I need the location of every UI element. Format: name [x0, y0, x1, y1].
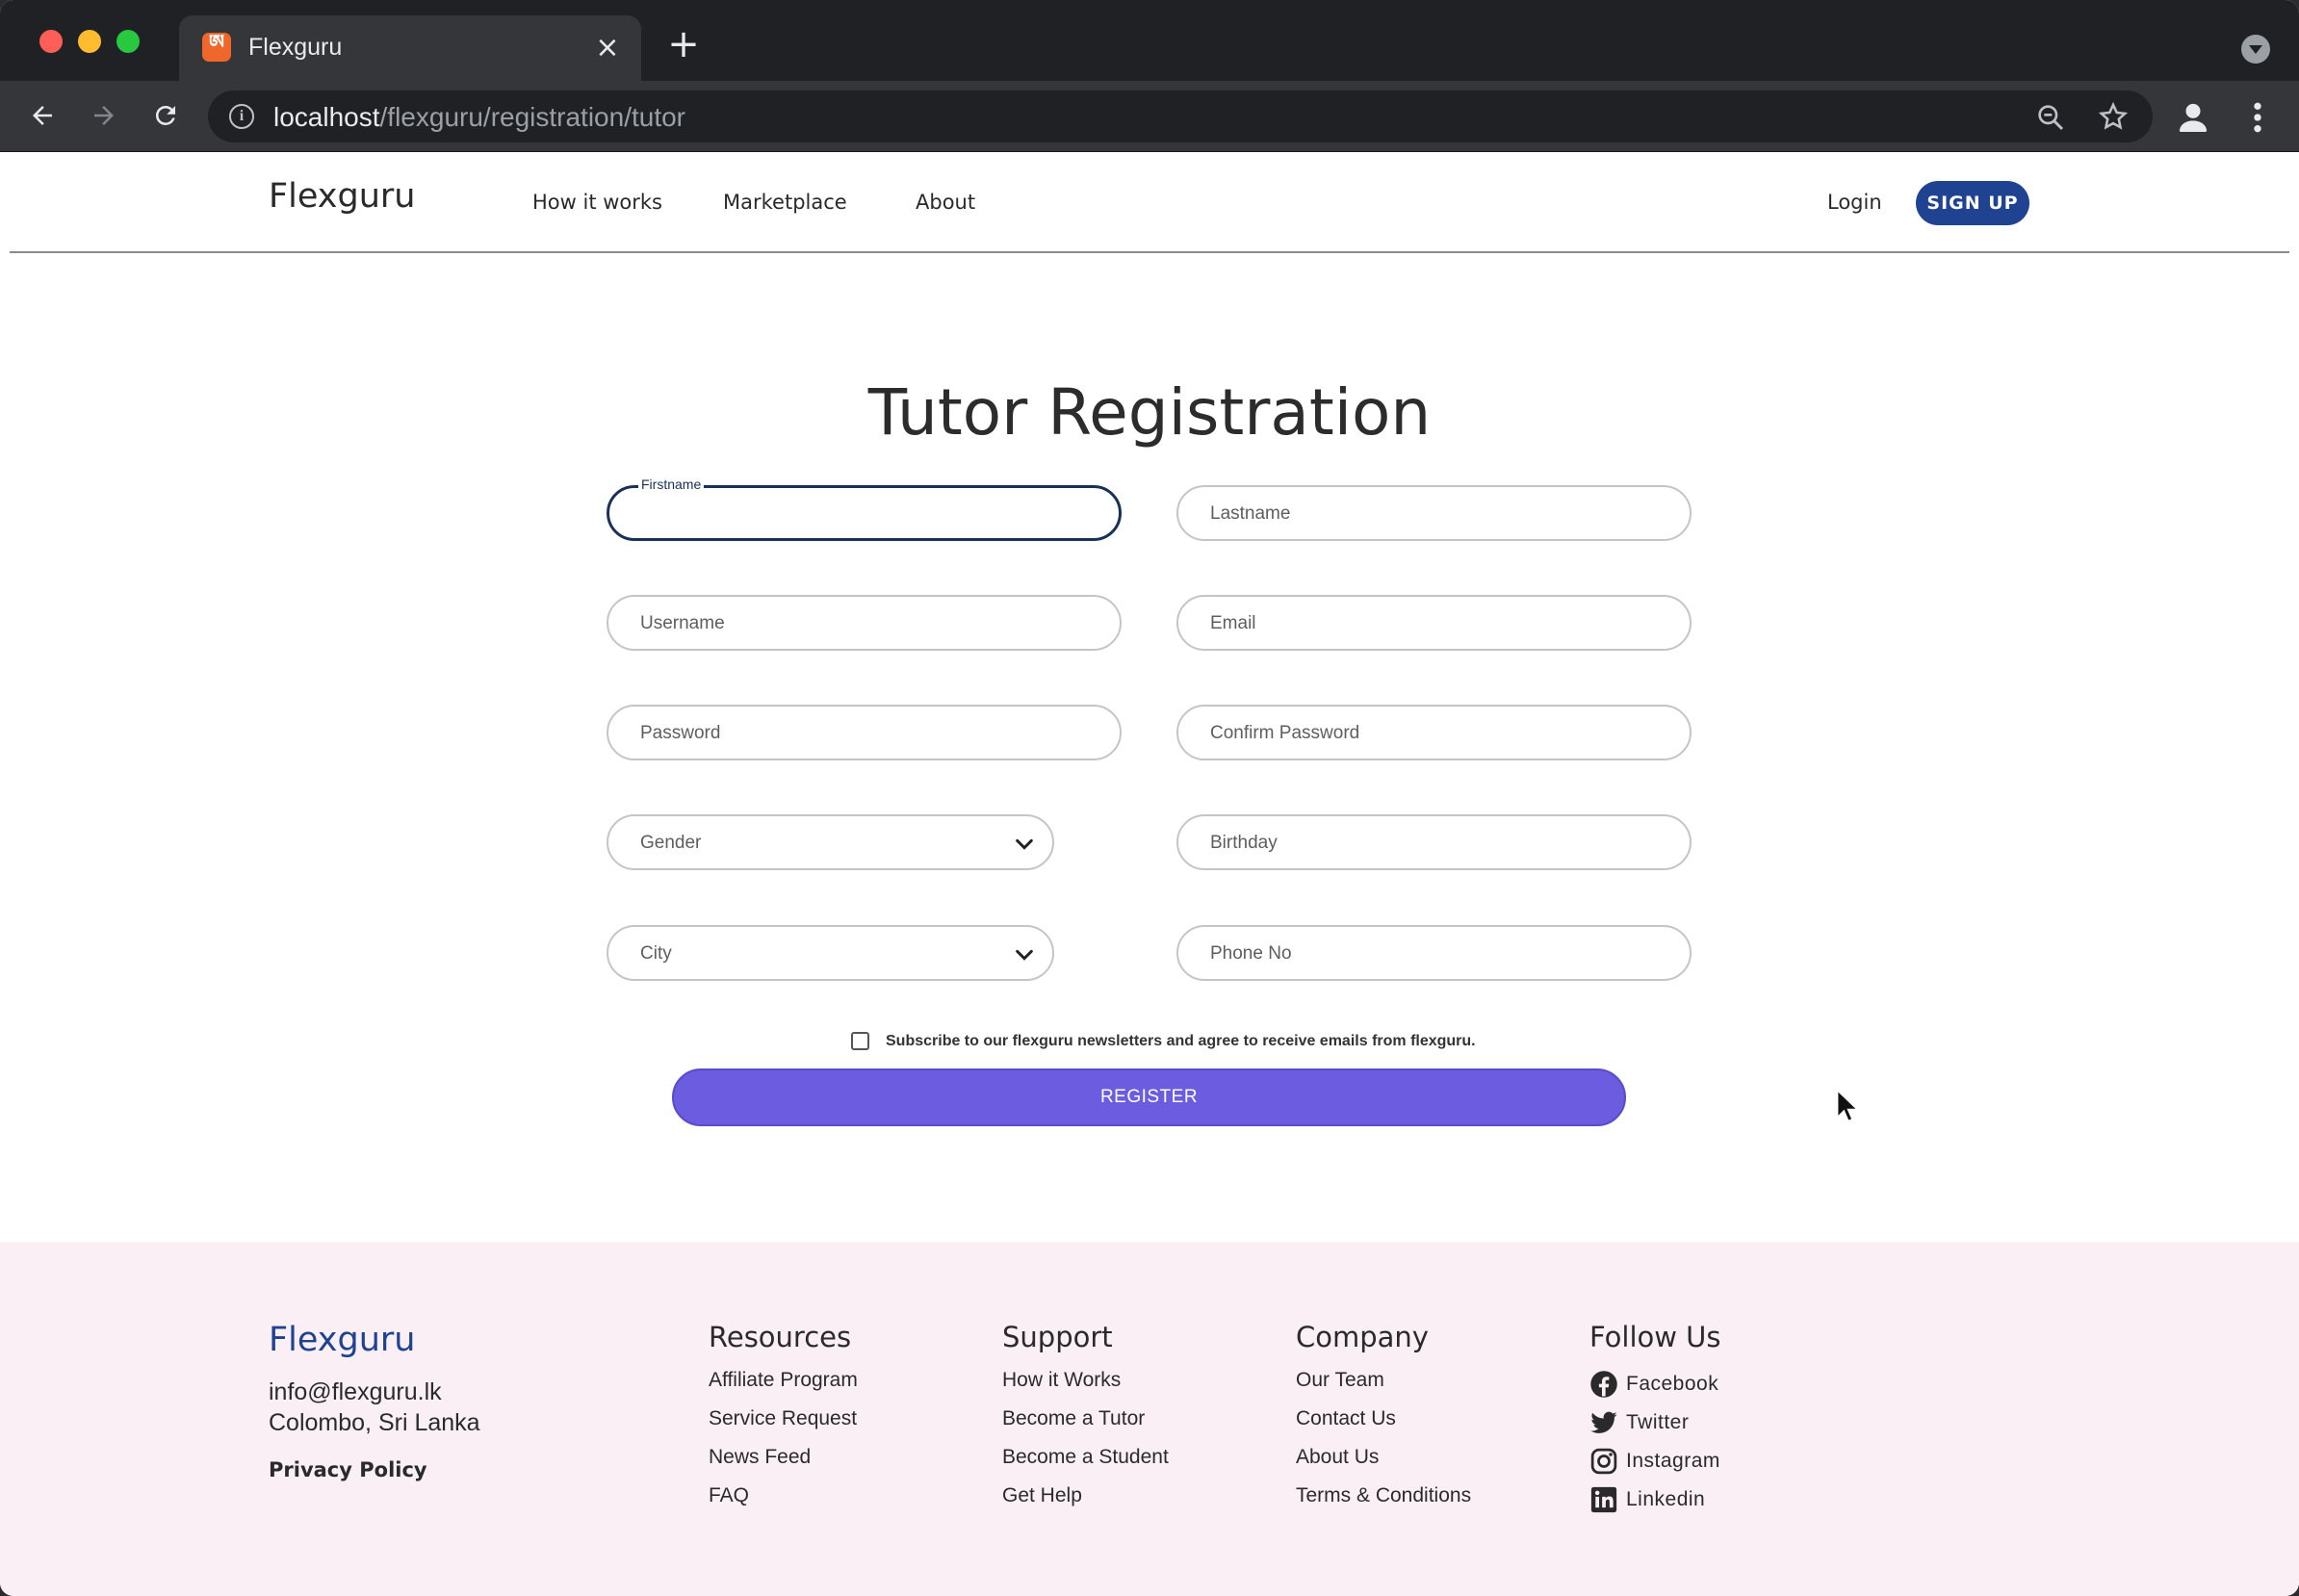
footer-link-become-tutor[interactable]: Become a Tutor — [1002, 1403, 1169, 1442]
facebook-label: Facebook — [1626, 1373, 1719, 1395]
instagram-label: Instagram — [1626, 1450, 1720, 1472]
register-button[interactable]: REGISTER — [672, 1068, 1626, 1126]
footer-follow-title: Follow Us — [1589, 1321, 1721, 1353]
browser-toolbar: i localhost/flexguru/registration/tutor — [0, 81, 2299, 152]
tab-title: Flexguru — [248, 34, 343, 61]
lastname-placeholder: Lastname — [1210, 503, 1291, 524]
nav-about[interactable]: About — [916, 191, 975, 214]
footer-support: Support How it Works Become a Tutor Beco… — [1002, 1321, 1169, 1519]
footer-email[interactable]: info@flexguru.lk — [269, 1378, 442, 1406]
footer-link-how-it-works[interactable]: How it Works — [1002, 1365, 1169, 1403]
footer-link-faq[interactable]: FAQ — [709, 1480, 858, 1519]
brand-logo[interactable]: Flexguru — [269, 177, 415, 216]
firstname-field[interactable]: Firstname — [607, 476, 1122, 541]
lastname-field[interactable]: Lastname — [1176, 485, 1692, 541]
chevron-down-icon — [1016, 949, 1033, 961]
footer-support-title: Support — [1002, 1321, 1113, 1353]
kebab-menu-icon[interactable] — [2243, 98, 2272, 137]
gender-value: Gender — [640, 833, 702, 853]
site-header: Flexguru How it works Marketplace About … — [0, 152, 2299, 253]
phone-field[interactable]: Phone No — [1176, 925, 1692, 981]
nav-marketplace[interactable]: Marketplace — [723, 191, 847, 214]
footer-link-get-help[interactable]: Get Help — [1002, 1480, 1169, 1519]
footer-link-terms[interactable]: Terms & Conditions — [1296, 1480, 1471, 1519]
password-placeholder: Password — [640, 723, 721, 743]
back-icon[interactable] — [21, 94, 64, 137]
linkedin-icon — [1590, 1486, 1617, 1513]
instagram-icon — [1590, 1448, 1617, 1475]
footer-brand[interactable]: Flexguru — [269, 1321, 415, 1359]
forward-icon[interactable] — [83, 94, 125, 137]
bookmark-star-icon[interactable] — [2097, 100, 2130, 133]
password-field[interactable]: Password — [607, 705, 1122, 760]
address-bar[interactable]: i localhost/flexguru/registration/tutor — [208, 90, 2153, 142]
nav-how-it-works[interactable]: How it works — [532, 191, 662, 214]
confirm-password-field[interactable]: Confirm Password — [1176, 705, 1692, 760]
close-window-button[interactable] — [39, 30, 63, 53]
footer-company-title: Company — [1296, 1321, 1429, 1353]
url-text[interactable]: localhost/flexguru/registration/tutor — [273, 102, 685, 133]
confirm-password-placeholder: Confirm Password — [1210, 723, 1360, 743]
city-value: City — [640, 943, 672, 964]
footer-link-affiliate-program[interactable]: Affiliate Program — [709, 1365, 858, 1403]
footer-link-contact-us[interactable]: Contact Us — [1296, 1403, 1471, 1442]
instagram-link[interactable]: Instagram — [1589, 1442, 1721, 1480]
footer-resources: Resources Affiliate Program Service Requ… — [709, 1321, 858, 1519]
username-placeholder: Username — [640, 613, 725, 633]
page-title: Tutor Registration — [867, 375, 1432, 450]
footer-link-our-team[interactable]: Our Team — [1296, 1365, 1471, 1403]
footer-link-about-us[interactable]: About Us — [1296, 1442, 1471, 1480]
close-tab-icon[interactable]: × — [591, 31, 624, 64]
footer-resources-title: Resources — [709, 1321, 852, 1353]
header-divider — [10, 251, 2289, 253]
phone-placeholder: Phone No — [1210, 943, 1292, 964]
footer-link-news-feed[interactable]: News Feed — [709, 1442, 858, 1480]
login-link[interactable]: Login — [1827, 191, 1882, 214]
twitter-link[interactable]: Twitter — [1589, 1403, 1721, 1442]
footer-link-become-student[interactable]: Become a Student — [1002, 1442, 1169, 1480]
email-placeholder: Email — [1210, 613, 1256, 633]
tab-search-icon[interactable] — [2241, 35, 2270, 64]
facebook-link[interactable]: Facebook — [1589, 1365, 1721, 1403]
twitter-icon — [1590, 1411, 1617, 1433]
twitter-label: Twitter — [1626, 1411, 1690, 1433]
username-field[interactable]: Username — [607, 595, 1122, 651]
birthday-field[interactable]: Birthday — [1176, 814, 1692, 870]
xampp-icon: ཨ — [202, 30, 231, 62]
mouse-cursor-icon — [1836, 1089, 1859, 1122]
subscribe-option: Subscribe to our flexguru newsletters an… — [851, 1032, 1476, 1050]
gender-select[interactable]: Gender — [607, 814, 1054, 870]
privacy-policy-link[interactable]: Privacy Policy — [269, 1458, 427, 1481]
footer-link-service-request[interactable]: Service Request — [709, 1403, 858, 1442]
signup-button[interactable]: SIGN UP — [1916, 181, 2029, 225]
tab-strip: ཨ Flexguru × + — [0, 0, 2299, 81]
linkedin-label: Linkedin — [1626, 1488, 1706, 1510]
linkedin-link[interactable]: Linkedin — [1589, 1480, 1721, 1519]
footer-location: Colombo, Sri Lanka — [269, 1409, 480, 1436]
email-field[interactable]: Email — [1176, 595, 1692, 651]
page: Flexguru How it works Marketplace About … — [0, 152, 2299, 1596]
zoom-window-button[interactable] — [116, 30, 140, 53]
chevron-down-icon — [1016, 838, 1033, 850]
reload-icon[interactable] — [144, 94, 187, 137]
subscribe-label: Subscribe to our flexguru newsletters an… — [886, 1032, 1476, 1049]
footer-follow: Follow Us Facebook Twitter Instagram Lin… — [1589, 1321, 1721, 1519]
subscribe-checkbox[interactable] — [851, 1032, 869, 1050]
footer-company: Company Our Team Contact Us About Us Ter… — [1296, 1321, 1471, 1519]
new-tab-icon[interactable]: + — [664, 25, 703, 65]
site-footer: Flexguru info@flexguru.lk Colombo, Sri L… — [0, 1242, 2299, 1596]
city-select[interactable]: City — [607, 925, 1054, 981]
browser-tab[interactable]: ཨ Flexguru × — [179, 15, 641, 81]
facebook-icon — [1590, 1371, 1617, 1398]
info-icon[interactable]: i — [229, 104, 254, 129]
birthday-placeholder: Birthday — [1210, 833, 1278, 853]
minimize-window-button[interactable] — [78, 30, 101, 53]
browser-window: ཨ Flexguru × + i localhost/flexguru/regi… — [0, 0, 2299, 1596]
profile-avatar-icon[interactable] — [2174, 98, 2212, 137]
firstname-label: Firstname — [638, 476, 705, 492]
zoom-icon[interactable] — [2035, 102, 2066, 133]
